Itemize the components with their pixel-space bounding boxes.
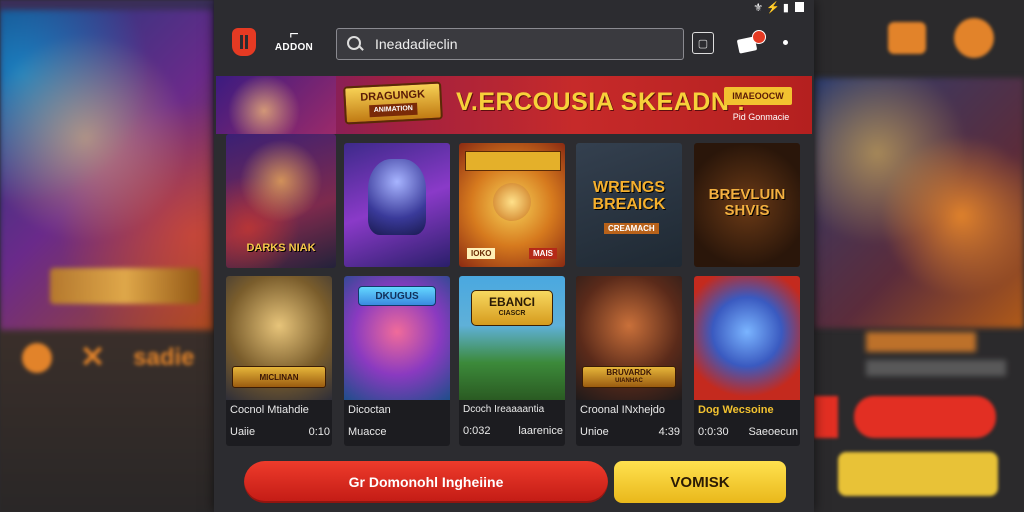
game-card-3[interactable]: EBANCI CIASCR Dcoch Ireaaaantia 0:032 la… — [459, 276, 565, 446]
card-logo: EBANCI CIASCR — [471, 290, 553, 326]
card-meta: Unioe 4:39 — [580, 426, 680, 438]
background-hero-title — [50, 268, 200, 304]
tile-4-title: BREVLUIN SHVIS — [708, 186, 786, 219]
card-meta: Uaiie 0:10 — [230, 426, 330, 438]
game-tile-1[interactable] — [344, 143, 450, 267]
background-circle-icon — [22, 342, 52, 373]
game-tile-4[interactable]: BREVLUIN SHVIS — [694, 143, 800, 267]
banner-subtext: Pid Gonmacie — [732, 112, 790, 122]
featured-game-title: DARKS NIAK — [246, 242, 316, 254]
card-name: Dcoch Ireaaaantia — [463, 404, 545, 415]
background-right-subtext — [866, 360, 1006, 376]
card-info: Dcoch Ireaaaantia 0:032 laarenice — [463, 404, 563, 437]
game-card-1[interactable]: MICLINAN Cocnol Mtiahdie Uaiie 0:10 — [226, 276, 332, 446]
battery-icon — [795, 2, 804, 12]
background-red-button — [854, 396, 996, 438]
background-label: sadie — [133, 343, 195, 371]
banner-logo-line1: DRAGUNGK — [359, 88, 426, 104]
card-meta-left: 0:0:30 — [698, 426, 729, 438]
card-info: Dicoctan Muacce — [348, 404, 448, 438]
game-card-2[interactable]: DKUGUS Dicoctan Muacce — [344, 276, 450, 446]
search-bar[interactable] — [336, 28, 684, 60]
card-name: Dog Wecsoine — [698, 404, 774, 416]
download-button[interactable]: Gr Domonohl Ingheiine — [244, 461, 608, 503]
background-right-blur — [814, 0, 1024, 512]
banner-art — [216, 76, 336, 134]
card-meta-right: 4:39 — [658, 426, 680, 438]
search-input[interactable] — [373, 35, 683, 53]
background-x-icon: ✕ — [80, 341, 106, 374]
card-banner-line2: UIANHAC — [615, 378, 643, 384]
card-logo-text: DKUGUS — [375, 290, 419, 302]
card-name: Cocnol Mtiahdie — [230, 404, 309, 416]
card-meta: 0:0:30 Saeoecun — [698, 426, 798, 438]
screen-toggle-icon[interactable]: ▢ — [692, 32, 714, 54]
game-card-5[interactable]: Dog Wecsoine 0:0:30 Saeoecun — [694, 276, 800, 446]
tile-character-art — [368, 159, 426, 235]
card-banner: BRUVARDK UIANHAC — [582, 366, 676, 388]
app-header: ⌐ ADDON ▢ — [214, 14, 814, 72]
brand-mark-icon: ⌐ — [289, 26, 299, 43]
banner-logo-line2: ANIMATION — [369, 102, 418, 118]
card-meta-right: laarenice — [518, 425, 563, 437]
tile-tag-left: IOKO — [467, 248, 496, 259]
brand-name: ADDON — [274, 42, 314, 53]
card-meta: Muacce — [348, 426, 448, 438]
app-logo-icon[interactable] — [232, 28, 256, 56]
background-round-icon — [954, 18, 994, 58]
tile-3-title: WRENGS BREAICK — [592, 179, 666, 213]
card-banner: MICLINAN — [232, 366, 326, 388]
card-info: Croonal INxhejdo Unioe 4:39 — [580, 404, 680, 438]
card-meta-left: Unioe — [580, 426, 609, 438]
background-yellow-button — [838, 452, 998, 496]
banner-logo: DRAGUNGK ANIMATION — [343, 81, 443, 125]
card-art — [694, 276, 800, 400]
brand[interactable]: ⌐ ADDON — [272, 26, 316, 54]
game-tile-2[interactable]: IOKO MAIS — [459, 143, 565, 267]
tile-3-tag: CREAMACH — [604, 223, 659, 234]
card-meta-right: 0:10 — [308, 426, 330, 438]
game-tile-3[interactable]: WRENGS BREAICK CREAMACH — [576, 143, 682, 267]
promo-banner[interactable]: DRAGUNGK ANIMATION V.ERCOUSIA SKEADN ! I… — [216, 76, 812, 134]
banner-title: V.ERCOUSIA SKEADN ! — [456, 88, 746, 116]
card-name: Croonal INxhejdo — [580, 404, 665, 416]
card-logo-line2: CIASCR — [498, 310, 526, 317]
secondary-action-button[interactable]: VOMISK — [614, 461, 786, 503]
background-red-button-edge — [814, 396, 838, 438]
background-box-icon — [888, 22, 926, 54]
search-icon — [347, 36, 363, 52]
background-right-art — [814, 78, 1024, 328]
card-meta-right: Saeoecun — [748, 426, 798, 438]
notification-badge — [752, 30, 766, 44]
card-meta-left: 0:032 — [463, 425, 491, 437]
card-banner-text: MICLINAN — [259, 372, 299, 382]
banner-button[interactable]: IMAEOOCW — [724, 87, 792, 105]
tile-emblem-icon — [493, 183, 531, 221]
game-card-4[interactable]: BRUVARDK UIANHAC Croonal INxhejdo Unioe … — [576, 276, 682, 446]
card-logo-line1: EBANCI — [488, 295, 535, 309]
more-menu-icon[interactable] — [783, 40, 788, 45]
background-left-blur: ✕ sadie — [0, 0, 214, 512]
featured-game-tile[interactable]: DARKS NIAK — [226, 134, 336, 268]
card-name: Dicoctan — [348, 404, 391, 416]
card-info: Dog Wecsoine 0:0:30 Saeoecun — [698, 404, 798, 438]
background-blur-row: ✕ sadie — [22, 340, 195, 375]
tile-title-plate — [465, 151, 561, 171]
background-right-text — [866, 332, 976, 352]
card-info: Cocnol Mtiahdie Uaiie 0:10 — [230, 404, 330, 438]
card-meta: 0:032 laarenice — [463, 425, 563, 437]
app-panel: ⚜ ⚡ ▮ ⌐ ADDON ▢ DRAGUNGK ANIMATION V.ERC… — [214, 0, 814, 512]
card-meta-left: Muacce — [348, 426, 387, 438]
status-icons: ⚜ ⚡ ▮ — [753, 1, 789, 14]
card-banner-line1: BRUVARDK — [606, 368, 652, 377]
card-logo: DKUGUS — [358, 286, 436, 306]
notifications-gift-icon[interactable] — [736, 28, 766, 56]
status-bar: ⚜ ⚡ ▮ — [753, 0, 804, 14]
tile-tag-right: MAIS — [529, 248, 557, 259]
card-meta-left: Uaiie — [230, 426, 256, 438]
